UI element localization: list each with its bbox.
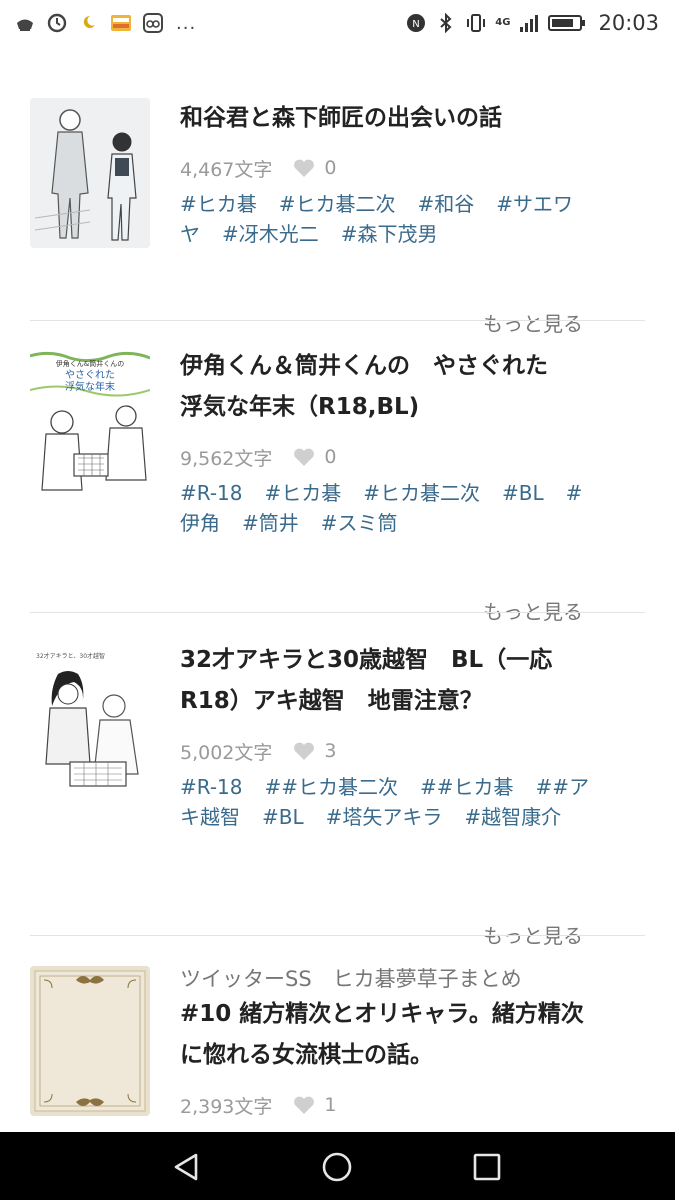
novel-item[interactable]: 伊角くん&筒井くんの やさぐれた 浮気な年末 伊角くん＆筒井くんの やさぐれた … [30, 346, 645, 624]
novel-item[interactable]: 和谷君と森下師匠の出会いの話 4,467文字 0 #ヒカ碁 #ヒカ碁二次 #和谷 #サ… [30, 98, 645, 338]
vibrate-icon [465, 12, 487, 34]
moon-icon [78, 12, 100, 34]
like-count: 1 [324, 1094, 337, 1116]
char-count: 2,393文字 [180, 1095, 273, 1118]
tag[interactable]: #森下茂男 [341, 222, 438, 246]
show-more-link[interactable]: もっと見る [483, 596, 583, 625]
clock: 20:03 [598, 11, 659, 35]
cover-thumbnail[interactable]: 伊角くん&筒井くんの やさぐれた 浮気な年末 [30, 350, 150, 500]
heart-icon[interactable] [292, 446, 316, 468]
divider [30, 320, 645, 321]
cover-thumbnail[interactable] [30, 98, 150, 248]
series-name[interactable]: ツイッターSS ヒカ碁夢草子まとめ [180, 964, 590, 994]
like-count: 0 [324, 446, 337, 468]
tag[interactable]: #R-18 [180, 775, 243, 799]
status-bar: ... N 4G 20:03 [0, 0, 675, 46]
divider [30, 935, 645, 936]
home-icon[interactable] [320, 1150, 354, 1184]
tag[interactable]: #塔矢アキラ [326, 805, 443, 829]
novel-item[interactable]: ツイッターSS ヒカ碁夢草子まとめ #10 緒方精次とオリキャラ。緒方精次に惚れ… [30, 964, 645, 1132]
tag[interactable]: #BL [262, 805, 304, 829]
heart-icon[interactable] [292, 157, 316, 179]
tag[interactable]: #筒井 [242, 511, 299, 535]
tag[interactable]: #BL [502, 481, 544, 505]
app-icon [14, 12, 36, 34]
cover-thumbnail[interactable]: 32才アキラと、30才越智 [30, 644, 150, 794]
tag[interactable]: ##ヒカ碁 [420, 775, 514, 799]
system-nav-bar [0, 1132, 675, 1200]
tag[interactable]: #ヒカ碁二次 [279, 192, 396, 216]
tag[interactable]: #ヒカ碁 [265, 481, 342, 505]
novel-title[interactable]: 32才アキラと30歳越智 BL（一応R18）アキ越智 地雷注意？ [180, 640, 590, 722]
tag[interactable]: #スミ筒 [321, 511, 398, 535]
show-more-link[interactable]: もっと見る [483, 308, 583, 337]
recents-icon[interactable] [470, 1150, 504, 1184]
heart-icon[interactable] [292, 1094, 316, 1116]
tag[interactable]: #ヒカ碁二次 [363, 481, 480, 505]
svg-text:32才アキラと、30才越智: 32才アキラと、30才越智 [36, 652, 105, 660]
notification-icons: ... [14, 10, 196, 36]
like-count: 0 [324, 157, 337, 179]
app-badge-icon [110, 12, 132, 34]
system-status: N 4G 20:03 [405, 10, 659, 36]
novel-title[interactable]: #10 緒方精次とオリキャラ。緒方精次に惚れる女流棋士の話。 [180, 994, 590, 1076]
tag[interactable]: ##ヒカ碁二次 [265, 775, 399, 799]
svg-text:伊角くん&筒井くんの: 伊角くん&筒井くんの [56, 359, 124, 368]
novel-meta: 4,467文字 0 [180, 153, 590, 183]
cover-thumbnail[interactable] [30, 966, 150, 1116]
battery-icon [548, 12, 586, 34]
alarm-icon [46, 12, 68, 34]
novel-info: 伊角くん＆筒井くんの やさぐれた 浮気な年末（R18,BL) 9,562文字 0… [180, 346, 590, 538]
novel-list[interactable]: 和谷君と森下師匠の出会いの話 4,467文字 0 #ヒカ碁 #ヒカ碁二次 #和谷 #サ… [0, 46, 675, 1132]
svg-text:N: N [413, 19, 420, 30]
tag-list: #R-18 #ヒカ碁 #ヒカ碁二次 #BL #伊角 #筒井 #スミ筒 [180, 478, 590, 538]
tag[interactable]: #ヒカ碁 [180, 192, 257, 216]
novel-meta: 5,002文字 3 [180, 736, 590, 766]
novel-info: ツイッターSS ヒカ碁夢草子まとめ #10 緒方精次とオリキャラ。緒方精次に惚れ… [180, 964, 590, 1120]
app-icon-2 [142, 12, 164, 34]
novel-title[interactable]: 伊角くん＆筒井くんの やさぐれた 浮気な年末（R18,BL) [180, 346, 590, 428]
tag[interactable]: #R-18 [180, 481, 243, 505]
network-type: 4G [495, 17, 511, 28]
novel-title[interactable]: 和谷君と森下師匠の出会いの話 [180, 98, 590, 139]
bluetooth-icon [435, 12, 457, 34]
novel-meta: 9,562文字 0 [180, 442, 590, 472]
tag-list: #ヒカ碁 #ヒカ碁二次 #和谷 #サエワヤ #冴木光二 #森下茂男 [180, 189, 590, 249]
novel-info: 和谷君と森下師匠の出会いの話 4,467文字 0 #ヒカ碁 #ヒカ碁二次 #和谷 #サ… [180, 98, 590, 249]
heart-icon[interactable] [292, 740, 316, 762]
like-count: 3 [324, 740, 337, 762]
char-count: 5,002文字 [180, 741, 273, 764]
nfc-icon: N [405, 12, 427, 34]
novel-meta: 2,393文字 1 [180, 1090, 590, 1120]
signal-icon [518, 12, 540, 34]
more-notifications-indicator: ... [176, 12, 197, 34]
svg-text:浮気な年末: 浮気な年末 [65, 380, 115, 393]
novel-info: 32才アキラと30歳越智 BL（一応R18）アキ越智 地雷注意？ 5,002文字… [180, 640, 590, 832]
divider [30, 612, 645, 613]
tag[interactable]: #越智康介 [464, 805, 561, 829]
svg-text:やさぐれた: やさぐれた [65, 369, 115, 381]
char-count: 4,467文字 [180, 158, 273, 181]
novel-item[interactable]: 32才アキラと、30才越智 32才アキラと30歳越智 BL（一応R18）アキ越智… [30, 640, 645, 948]
tag[interactable]: #和谷 [418, 192, 475, 216]
char-count: 9,562文字 [180, 447, 273, 470]
tag[interactable]: #冴木光二 [222, 222, 319, 246]
back-icon[interactable] [170, 1150, 204, 1184]
tag-list: #R-18 ##ヒカ碁二次 ##ヒカ碁 ##アキ越智 #BL #塔矢アキラ #越智康介 [180, 772, 590, 832]
